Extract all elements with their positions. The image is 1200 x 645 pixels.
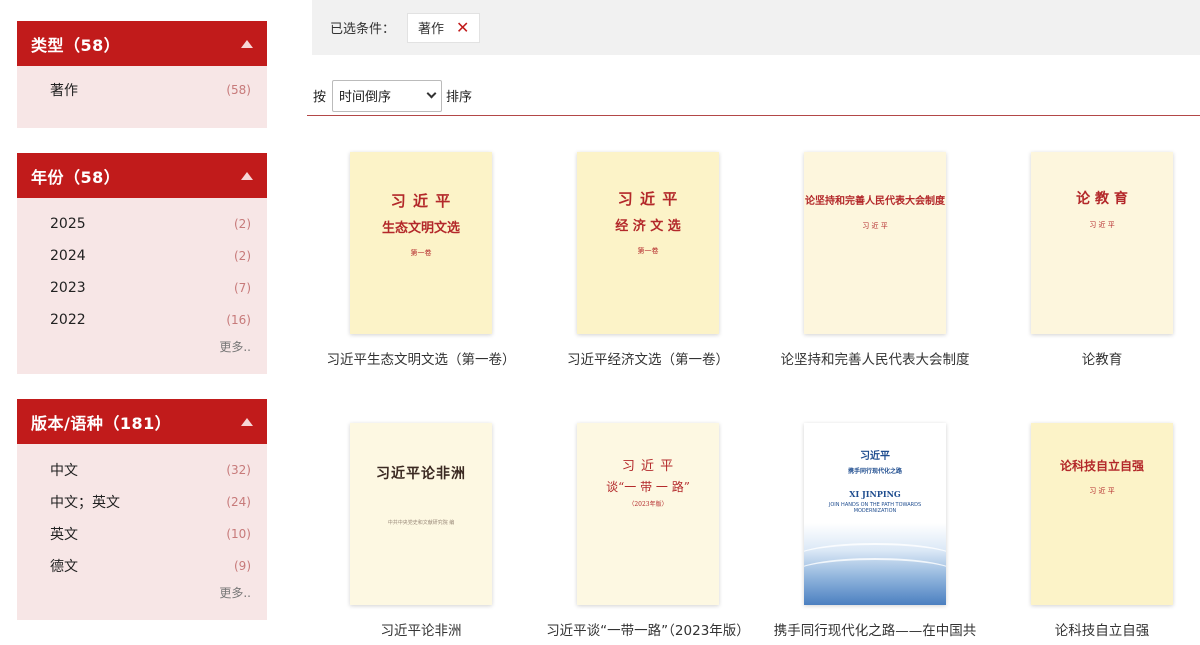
cover-line: 习 近 平 (390, 192, 452, 210)
cover-sub: 习 近 平 (862, 222, 888, 230)
cover-sub: 第一卷 (410, 249, 432, 257)
cover-line: 经 济 文 选 (615, 219, 681, 234)
selected-filters-bar: 已选条件： 著作 ✕ (312, 0, 1200, 55)
book-cover[interactable]: 习 近 平 经 济 文 选 第一卷 (577, 152, 719, 334)
cover-sub: （2023年版） (628, 501, 668, 508)
book-title[interactable]: 论坚持和完善人民代表大会制度 (761, 350, 989, 371)
book-title[interactable]: 论科技自立自强 (988, 621, 1200, 642)
selected-filters-label: 已选条件： (330, 22, 396, 37)
facet-item[interactable]: 著作 (58) (50, 74, 251, 106)
sort-bar: 按 时间倒序 排序 (307, 76, 1200, 116)
book-cover[interactable]: 论坚持和完善人民代表大会制度 习 近 平 (804, 152, 946, 334)
book-cover[interactable]: 习近平论非洲 中共中央党史和文献研究院 编 (350, 423, 492, 605)
cover-wave-decoration (804, 558, 946, 588)
facet-item-count: (10) (226, 527, 251, 541)
book-card[interactable]: 习近平 携手同行现代化之路 XI JINPING JOIN HANDS ON T… (761, 423, 989, 642)
sort-select-value: 时间倒序 (339, 90, 392, 105)
book-card[interactable]: 习 近 平 谈“一 带 一 路” （2023年版） 习近平谈“一带一路”（202… (534, 423, 762, 642)
facet-item-count: (32) (226, 463, 251, 477)
facet-item-label: 中文；英文 (50, 495, 120, 511)
facet-year: 年份（58） 2025 (2) 2024 (2) 2023 (7) 2022 (… (17, 153, 267, 374)
facet-item[interactable]: 德文 (9) (50, 550, 251, 582)
facet-item[interactable]: 2025 (2) (50, 208, 251, 240)
cover-sub: 习 近 平 (1089, 487, 1115, 495)
book-card[interactable]: 习近平论非洲 中共中央党史和文献研究院 编 习近平论非洲 (307, 423, 535, 642)
facet-language: 版本/语种（181） 中文 (32) 中文；英文 (24) 英文 (10) 德文… (17, 399, 267, 620)
facet-item-label: 中文 (50, 463, 78, 479)
book-title[interactable]: 携手同行现代化之路——在中国共产党与世界政党高层对话会上的主旨讲话 (761, 621, 989, 642)
book-card[interactable]: 论 教 育 习 近 平 论教育 (988, 152, 1200, 371)
facet-item-count: (7) (234, 281, 251, 295)
filter-chip[interactable]: 著作 ✕ (407, 12, 481, 43)
facet-item-count: (9) (234, 559, 251, 573)
book-cover[interactable]: 习 近 平 谈“一 带 一 路” （2023年版） (577, 423, 719, 605)
cover-line: 论坚持和完善人民代表大会制度 (805, 196, 945, 207)
book-card[interactable]: 习 近 平 经 济 文 选 第一卷 习近平经济文选（第一卷） (534, 152, 762, 371)
facet-item[interactable]: 中文；英文 (24) (50, 486, 251, 518)
more-link[interactable]: 更多.. (50, 582, 251, 601)
facet-item[interactable]: 英文 (10) (50, 518, 251, 550)
cover-sub: 习 近 平 (1089, 221, 1115, 229)
book-card[interactable]: 论坚持和完善人民代表大会制度 习 近 平 论坚持和完善人民代表大会制度 (761, 152, 989, 371)
cover-line: 习 近 平 (621, 459, 675, 474)
cover-line: JOIN HANDS ON THE PATH TOWARDS MODERNIZA… (828, 502, 922, 514)
facet-type-header[interactable]: 类型（58） (17, 21, 267, 66)
book-title[interactable]: 习近平经济文选（第一卷） (534, 350, 762, 371)
book-title[interactable]: 习近平谈“一带一路”（2023年版） (534, 621, 762, 642)
filter-chip-label: 著作 (418, 22, 445, 37)
cover-line: 习近平 (860, 451, 890, 462)
book-card[interactable]: 论科技自立自强 习 近 平 论科技自立自强 (988, 423, 1200, 642)
facet-language-header[interactable]: 版本/语种（181） (17, 399, 267, 444)
facet-item-label: 2023 (50, 280, 86, 296)
cover-line: 习 近 平 (617, 190, 679, 208)
book-title[interactable]: 习近平生态文明文选（第一卷） (307, 350, 535, 371)
book-cover[interactable]: 论科技自立自强 习 近 平 (1031, 423, 1173, 605)
cover-line: 论 教 育 (1076, 191, 1128, 207)
facet-item[interactable]: 2024 (2) (50, 240, 251, 272)
facet-item-label: 著作 (50, 83, 78, 99)
facet-item[interactable]: 2022 (16) (50, 304, 251, 336)
collapse-up-icon[interactable] (241, 171, 253, 180)
cover-line: 生态文明文选 (381, 221, 460, 236)
book-cover[interactable]: 习近平 携手同行现代化之路 XI JINPING JOIN HANDS ON T… (804, 423, 946, 605)
facet-title: 年份（58） (31, 167, 121, 187)
facet-type: 类型（58） 著作 (58) (17, 21, 267, 128)
cover-line: 谈“一 带 一 路” (606, 480, 690, 494)
facet-title: 类型（58） (31, 35, 121, 55)
sort-prefix: 按 (313, 90, 327, 105)
cover-line: 习近平论非洲 (376, 466, 466, 482)
book-cover[interactable]: 习 近 平 生态文明文选 第一卷 (350, 152, 492, 334)
facet-item[interactable]: 2023 (7) (50, 272, 251, 304)
facet-item-label: 2024 (50, 248, 86, 264)
facet-item-count: (2) (234, 217, 251, 231)
more-link[interactable]: 更多.. (50, 336, 251, 355)
close-icon[interactable]: ✕ (456, 19, 469, 36)
sort-suffix: 排序 (446, 90, 473, 105)
facet-title: 版本/语种（181） (31, 413, 172, 433)
cover-line: XI JINPING (849, 489, 901, 499)
facet-item-label: 2022 (50, 312, 86, 328)
cover-sub: 中共中央党史和文献研究院 编 (387, 520, 455, 526)
facet-item-count: (24) (226, 495, 251, 509)
facet-item-count: (16) (226, 313, 251, 327)
facet-item-label: 2025 (50, 216, 86, 232)
book-card[interactable]: 习 近 平 生态文明文选 第一卷 习近平生态文明文选（第一卷） (307, 152, 535, 371)
facet-item-count: (58) (226, 83, 251, 97)
cover-line: 携手同行现代化之路 (847, 468, 902, 475)
sort-select[interactable]: 时间倒序 (332, 79, 443, 112)
facet-year-header[interactable]: 年份（58） (17, 153, 267, 198)
cover-sub: 第一卷 (637, 247, 659, 255)
book-cover[interactable]: 论 教 育 习 近 平 (1031, 152, 1173, 334)
collapse-up-icon[interactable] (241, 39, 253, 48)
facet-item-count: (2) (234, 249, 251, 263)
facet-item[interactable]: 中文 (32) (50, 454, 251, 486)
cover-line: 论科技自立自强 (1059, 459, 1144, 473)
book-title[interactable]: 论教育 (988, 350, 1200, 371)
book-title[interactable]: 习近平论非洲 (307, 621, 535, 642)
facet-item-label: 英文 (50, 527, 78, 543)
facet-item-label: 德文 (50, 559, 78, 575)
chevron-down-icon (426, 88, 437, 99)
collapse-up-icon[interactable] (241, 417, 253, 426)
